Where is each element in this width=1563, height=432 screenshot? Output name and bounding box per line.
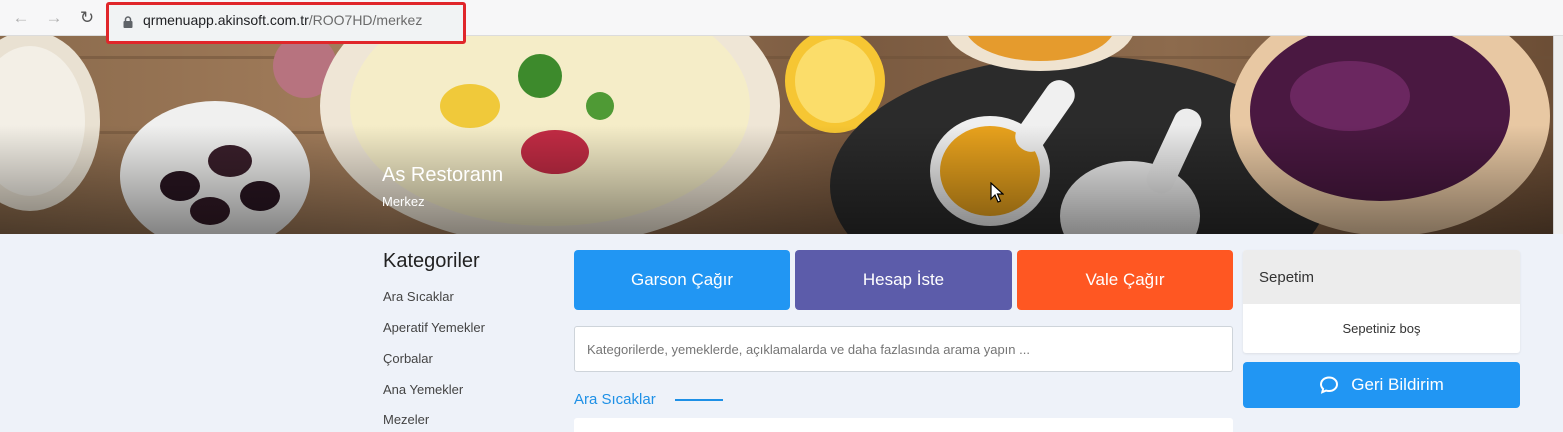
hero-banner: As Restorann Merkez: [0, 36, 1563, 234]
forward-arrow-icon[interactable]: →: [43, 7, 65, 29]
category-item-aperatif-yemekler[interactable]: Aperatif Yemekler: [383, 320, 485, 335]
url-path: /ROO7HD/merkez: [308, 12, 423, 28]
feedback-button[interactable]: Geri Bildirim: [1243, 362, 1520, 408]
category-item-corbalar[interactable]: Çorbalar: [383, 351, 433, 366]
hero-overlay: [0, 36, 1563, 234]
cart-panel: Sepetim Sepetiniz boş: [1243, 250, 1520, 353]
categories-title: Kategoriler: [383, 250, 480, 272]
cart-empty-message: Sepetiniz boş: [1342, 321, 1421, 336]
request-bill-button[interactable]: Hesap İste: [795, 250, 1012, 310]
mouse-cursor-icon: [990, 182, 1004, 203]
category-item-ana-yemekler[interactable]: Ana Yemekler: [383, 382, 463, 397]
url-domain: qrmenuapp.akinsoft.com.tr: [143, 12, 309, 28]
section-underline: [675, 399, 723, 401]
restaurant-name: As Restorann: [382, 164, 504, 186]
reload-icon[interactable]: ↻: [76, 7, 98, 29]
restaurant-branch: Merkez: [382, 194, 425, 209]
lock-icon: [123, 16, 133, 28]
call-valet-button[interactable]: Vale Çağır: [1017, 250, 1233, 310]
menu-item-card[interactable]: [574, 418, 1233, 432]
category-item-ara-sicaklar[interactable]: Ara Sıcaklar: [383, 289, 454, 304]
category-item-mezeler[interactable]: Mezeler: [383, 412, 429, 427]
cart-title: Sepetim: [1243, 250, 1520, 304]
section-title: Ara Sıcaklar: [574, 391, 656, 408]
back-arrow-icon[interactable]: ←: [10, 7, 32, 29]
chat-bubble-icon: [1320, 376, 1339, 394]
url-text: qrmenuapp.akinsoft.com.tr/ROO7HD/merkez: [143, 12, 422, 28]
feedback-label: Geri Bildirim: [1351, 375, 1444, 394]
page-scrollbar[interactable]: [1553, 36, 1563, 234]
search-input[interactable]: [574, 326, 1233, 372]
call-waiter-button[interactable]: Garson Çağır: [574, 250, 790, 310]
address-bar[interactable]: qrmenuapp.akinsoft.com.tr/ROO7HD/merkez: [106, 2, 466, 44]
